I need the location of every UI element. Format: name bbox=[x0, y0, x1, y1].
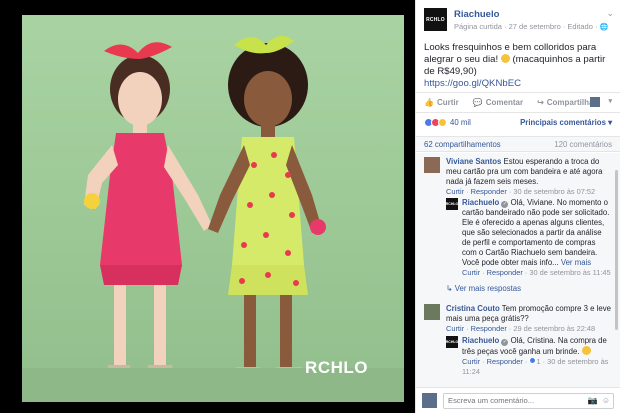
comment-input-icons: 📷 ☺ bbox=[588, 396, 610, 405]
globe-icon: 🌐 bbox=[599, 24, 609, 31]
comment-reply-link[interactable]: Responder bbox=[471, 187, 507, 196]
commenter-avatar[interactable] bbox=[424, 304, 440, 320]
comment-meta: Curtir · Responder · 30 de setembro às 0… bbox=[446, 187, 596, 196]
comment-author[interactable]: Viviane Santos bbox=[446, 157, 501, 166]
camera-icon[interactable]: 📷 bbox=[588, 396, 598, 405]
comment-button[interactable]: 💬 Comentar bbox=[473, 98, 523, 107]
see-more-link[interactable]: Ver mais bbox=[561, 258, 591, 267]
comment-like-link[interactable]: Curtir bbox=[446, 324, 464, 333]
comment-reply-link[interactable]: Responder bbox=[471, 324, 507, 333]
post-text: Looks fresquinhos e bem colloridos para … bbox=[424, 42, 612, 90]
share-icon: ↪ bbox=[537, 98, 544, 107]
post-side-panel: RCHLO Riachuelo Página curtida · 27 de s… bbox=[415, 0, 620, 413]
current-user-avatar bbox=[422, 393, 437, 408]
comment-text: Olá, Viviane. No momento o cartão bandei… bbox=[462, 198, 610, 267]
post-photo[interactable]: RCHLO bbox=[22, 15, 404, 402]
reactions-bar: 40 mil Principais comentários ▾ bbox=[416, 112, 620, 132]
comments-scrollbar[interactable] bbox=[615, 170, 618, 330]
comment-reply-link[interactable]: Responder bbox=[487, 268, 523, 277]
wow-reaction-icon[interactable] bbox=[438, 118, 447, 127]
post-edited-label[interactable]: Editado bbox=[567, 22, 592, 31]
comment-reply-link[interactable]: Responder bbox=[487, 357, 523, 366]
more-replies-label[interactable]: Ver mais respostas bbox=[455, 284, 521, 293]
comment-like-link[interactable]: Curtir bbox=[462, 357, 480, 366]
emoji-icon[interactable]: ☺ bbox=[602, 396, 610, 405]
comments-sort-dropdown[interactable]: Principais comentários ▾ bbox=[520, 118, 612, 127]
verified-icon: ✓ bbox=[501, 201, 509, 208]
post-meta: Página curtida · 27 de setembro · Editad… bbox=[454, 22, 609, 31]
reply-arrow-icon: ↳ bbox=[446, 284, 453, 293]
photo-watermark: RCHLO bbox=[305, 358, 368, 377]
smile-emoji-icon bbox=[581, 346, 591, 355]
post-counts: 62 compartilhamentos 120 comentários bbox=[416, 136, 620, 152]
comment-time[interactable]: 29 de setembro às 22:48 bbox=[513, 324, 595, 333]
commenter-avatar[interactable] bbox=[424, 157, 440, 173]
post-header: RCHLO Riachuelo Página curtida · 27 de s… bbox=[424, 6, 614, 36]
comment-body: Cristina Couto Tem promoção compre 3 e l… bbox=[446, 304, 612, 334]
like-button[interactable]: 👍 Curtir bbox=[424, 98, 459, 107]
comment-body: Riachuelo ✓ Olá, Viviane. No momento o c… bbox=[462, 198, 612, 278]
shares-count[interactable]: 62 compartilhamentos bbox=[424, 140, 501, 149]
caret-down-icon[interactable]: ▾ bbox=[608, 97, 612, 105]
post-link[interactable]: https://goo.gl/QKNbEC bbox=[424, 78, 612, 90]
riachuelo-avatar[interactable]: RCHLO bbox=[446, 336, 458, 348]
photo-children-illustration bbox=[84, 35, 326, 387]
comment-likes-count[interactable]: 1 bbox=[536, 357, 540, 366]
more-replies[interactable]: ↳ Ver mais respostas bbox=[446, 284, 521, 294]
post-actions: 👍 Curtir 💬 Comentar ↪ Compartilhar ▾ bbox=[416, 92, 620, 112]
comment-author[interactable]: Riachuelo bbox=[462, 336, 499, 345]
comment-meta: Curtir · Responder · 30 de setembro às 1… bbox=[462, 268, 611, 277]
comments-count: 120 comentários bbox=[554, 139, 612, 149]
comment-icon: 💬 bbox=[472, 98, 483, 107]
thumbs-up-icon: 👍 bbox=[424, 98, 434, 107]
comment-time[interactable]: 30 de setembro às 07:52 bbox=[513, 187, 595, 196]
comment-author[interactable]: Riachuelo bbox=[462, 198, 499, 207]
profile-avatar-icon[interactable] bbox=[590, 97, 600, 107]
chevron-down-icon[interactable]: ⌄ bbox=[606, 8, 614, 19]
comment-time[interactable]: 30 de setembro às 11:45 bbox=[529, 268, 610, 277]
comment-meta: Curtir · Responder · 29 de setembro às 2… bbox=[446, 324, 596, 333]
verified-icon: ✓ bbox=[501, 339, 509, 346]
comment-meta: Curtir · Responder · 1 · 30 de setembro … bbox=[462, 357, 609, 376]
comment-like-link[interactable]: Curtir bbox=[462, 268, 480, 277]
riachuelo-avatar[interactable]: RCHLO bbox=[446, 198, 458, 210]
smile-emoji-icon bbox=[500, 54, 510, 63]
share-button[interactable]: ↪ Compartilhar bbox=[537, 98, 597, 107]
comment-body: Riachuelo ✓ Olá, Cristina. Na compra de … bbox=[462, 336, 612, 377]
comment-like-link[interactable]: Curtir bbox=[446, 187, 464, 196]
comment-body: Viviane Santos Estou esperando a troca d… bbox=[446, 157, 612, 197]
write-comment-bar: 📷 ☺ bbox=[416, 387, 620, 413]
post-date[interactable]: 27 de setembro bbox=[509, 22, 561, 31]
comment-author[interactable]: Cristina Couto bbox=[446, 304, 500, 313]
page-name[interactable]: Riachuelo bbox=[454, 9, 499, 20]
comments-list[interactable]: Viviane Santos Estou esperando a troca d… bbox=[416, 153, 620, 387]
reactions-count[interactable]: 40 mil bbox=[450, 118, 471, 127]
page-avatar[interactable]: RCHLO bbox=[424, 8, 447, 31]
page-liked-label: Página curtida bbox=[454, 22, 502, 31]
like-label: Curtir bbox=[436, 98, 459, 107]
comment-label: Comentar bbox=[485, 98, 524, 107]
